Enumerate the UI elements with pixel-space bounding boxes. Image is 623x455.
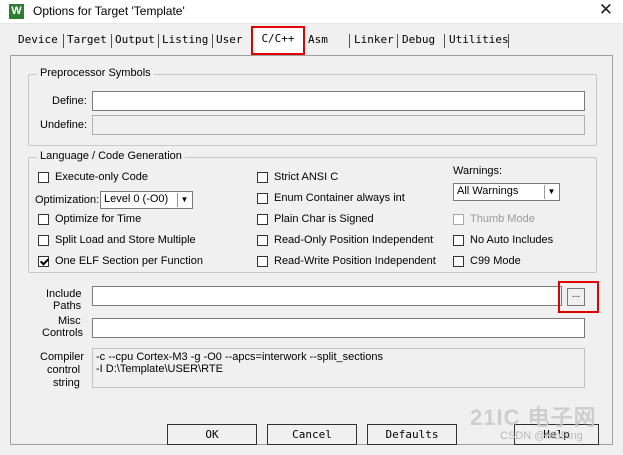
close-icon[interactable]: ✕ [599,0,613,20]
tab-output[interactable]: Output [115,33,155,46]
execute-only-checkbox[interactable] [38,171,49,183]
tab-linker[interactable]: Linker [354,33,394,46]
include-paths-input[interactable] [92,286,562,306]
one-elf-label: One ELF Section per Function [55,255,203,267]
optimize-time-checkbox[interactable] [38,213,49,225]
warnings-label: Warnings: [453,165,503,177]
thumb-mode-row[interactable]: Thumb Mode [453,213,535,225]
compiler-label-line1: Compiler [40,351,85,363]
tab-cpp[interactable]: C/C++ [251,26,305,55]
include-label-line2: Paths [53,300,82,312]
tab-user[interactable]: User [216,33,243,46]
tab-asm[interactable]: Asm [308,33,328,46]
compiler-line-2: -I D:\Template\USER\RTE [96,363,223,375]
no-auto-includes-checkbox[interactable] [453,234,464,246]
compiler-line-1: -c --cpu Cortex-M3 -g -O0 --apcs=interwo… [96,351,383,363]
thumb-mode-label: Thumb Mode [470,213,535,225]
ok-button[interactable]: OK [167,424,257,445]
undefine-input[interactable] [92,115,585,135]
enum-container-row[interactable]: Enum Container always int [257,192,405,204]
enum-container-label: Enum Container always int [274,192,405,204]
cancel-button[interactable]: Cancel [267,424,357,445]
warnings-value: All Warnings [457,185,519,197]
enum-container-checkbox[interactable] [257,192,268,204]
execute-only-label: Execute-only Code [55,171,148,183]
compiler-control-string[interactable]: -c --cpu Cortex-M3 -g -O0 --apcs=interwo… [92,348,585,388]
rw-position-label: Read-Write Position Independent [274,255,436,267]
split-load-checkbox[interactable] [38,234,49,246]
optimization-label: Optimization: [35,194,100,206]
browse-button[interactable]: ... [567,288,585,306]
one-elf-checkbox[interactable] [38,255,49,267]
split-load-row[interactable]: Split Load and Store Multiple [38,234,196,246]
c99-mode-row[interactable]: C99 Mode [453,255,521,267]
preprocessor-group-title: Preprocessor Symbols [37,67,154,79]
tab-utilities[interactable]: Utilities [449,33,509,46]
no-auto-includes-row[interactable]: No Auto Includes [453,234,553,246]
include-label-line1: Include [46,288,82,300]
no-auto-includes-label: No Auto Includes [470,234,554,246]
dialog-body: Device Target Output Listing User Asm Li… [0,24,623,455]
execute-only-row[interactable]: Execute-only Code [38,171,148,183]
strict-ansi-row[interactable]: Strict ANSI C [257,171,338,183]
tab-target[interactable]: Target [67,33,107,46]
chevron-down-icon[interactable]: ▼ [544,185,558,199]
rw-position-row[interactable]: Read-Write Position Independent [257,255,436,267]
plain-char-label: Plain Char is Signed [274,213,374,225]
c99-mode-label: C99 Mode [470,255,521,267]
optimization-value: Level 0 (-O0) [104,193,169,205]
ro-position-row[interactable]: Read-Only Position Independent [257,234,433,246]
misc-label-line2: Controls [42,327,83,339]
split-load-label: Split Load and Store Multiple [55,234,196,246]
watermark-text: CSDN @MbBing [500,430,583,442]
defaults-button[interactable]: Defaults [367,424,457,445]
undefine-label: Undefine: [40,119,88,131]
tab-listing[interactable]: Listing [162,33,208,46]
ro-position-label: Read-Only Position Independent [274,234,433,246]
misc-controls-input[interactable] [92,318,585,338]
optimize-time-row[interactable]: Optimize for Time [38,213,141,225]
plain-char-checkbox[interactable] [257,213,268,225]
rw-position-checkbox[interactable] [257,255,268,267]
app-icon: W [9,4,24,19]
tab-device[interactable]: Device [18,33,58,46]
ro-position-checkbox[interactable] [257,234,268,246]
misc-label-line1: Misc [58,315,81,327]
watermark-logo: 21IC 电子网 [470,405,597,430]
plain-char-row[interactable]: Plain Char is Signed [257,213,374,225]
language-group-title: Language / Code Generation [37,150,185,162]
thumb-mode-checkbox[interactable] [453,213,464,225]
tab-debug[interactable]: Debug [402,33,435,46]
compiler-label-line2: control [47,364,81,376]
chevron-down-icon[interactable]: ▼ [177,193,191,207]
strict-ansi-label: Strict ANSI C [274,171,339,183]
optimize-time-label: Optimize for Time [55,213,142,225]
define-label: Define: [52,95,87,107]
one-elf-row[interactable]: One ELF Section per Function [38,255,203,267]
strict-ansi-checkbox[interactable] [257,171,268,183]
optimization-select[interactable]: Level 0 (-O0) ▼ [100,191,193,209]
warnings-select[interactable]: All Warnings ▼ [453,183,560,201]
compiler-label-line3: string [53,377,80,389]
title-bar: W Options for Target 'Template' ✕ [0,0,623,24]
window-title: Options for Target 'Template' [33,4,185,18]
c99-mode-checkbox[interactable] [453,255,464,267]
define-input[interactable] [92,91,585,111]
